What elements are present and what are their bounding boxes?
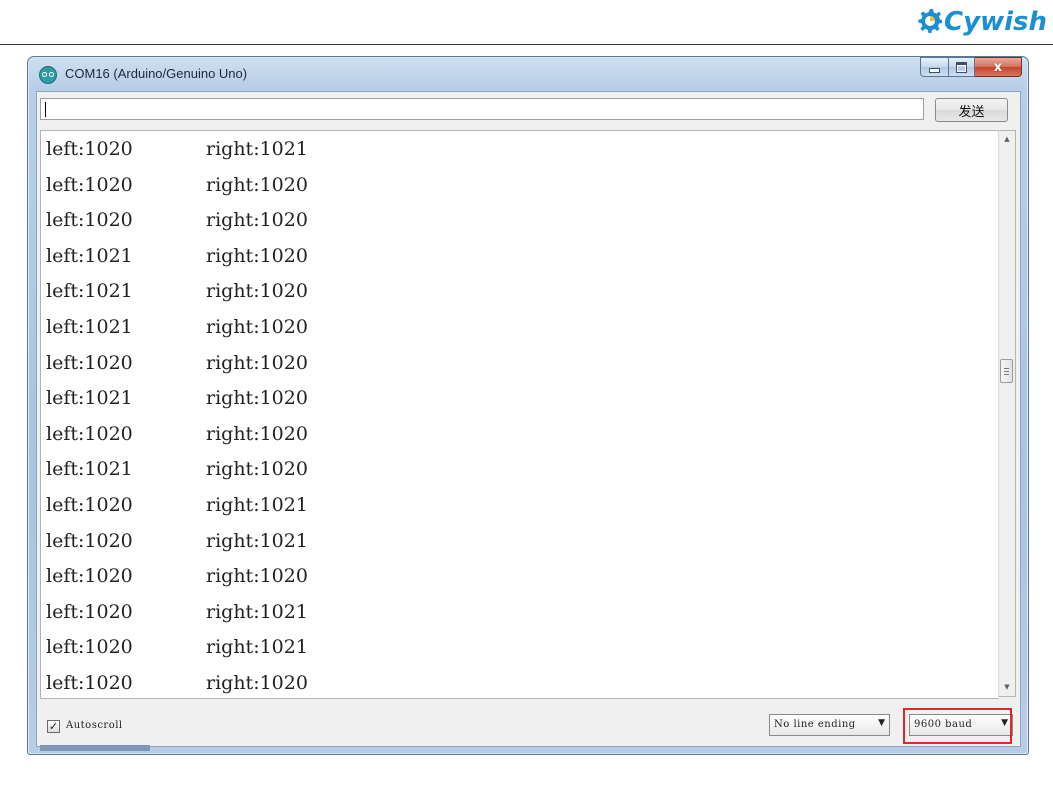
right-reading: right:1020 (206, 565, 308, 588)
thumb-grip (1004, 374, 1009, 375)
right-reading: right:1020 (206, 173, 308, 196)
serial-monitor-client: 发送 left:1020 right:1021 left:1020 right:102… (36, 91, 1021, 747)
serial-monitor-window: COM16 (Arduino/Genuino Uno) x 发送 left:10… (27, 56, 1029, 755)
close-icon: x (993, 59, 1003, 75)
right-reading: right:1021 (206, 138, 308, 160)
left-reading: left:1020 (46, 494, 133, 516)
send-input[interactable] (40, 98, 924, 120)
left-reading: left:1020 (46, 600, 133, 623)
dropdown-arrow-icon: ▼ (878, 718, 885, 728)
left-reading: left:1021 (46, 387, 133, 410)
title-bar[interactable]: COM16 (Arduino/Genuino Uno) x (28, 57, 1028, 91)
brand-logo: Cywish (918, 4, 1047, 40)
right-reading: right:1020 (206, 387, 308, 410)
maximize-button[interactable] (948, 57, 975, 77)
window-title: COM16 (Arduino/Genuino Uno) (65, 66, 248, 81)
gear-logo-icon (918, 9, 943, 33)
right-reading: right:1020 (206, 422, 308, 445)
maximize-icon (956, 61, 967, 73)
right-reading: right:1021 (206, 636, 308, 659)
left-reading: left:1020 (46, 173, 133, 196)
minimize-button[interactable] (920, 57, 948, 77)
header-divider (0, 44, 1053, 45)
left-reading: left:1020 (46, 422, 133, 445)
right-reading: right:1020 (206, 316, 308, 338)
minimize-icon (929, 67, 940, 73)
left-reading: left:1021 (46, 244, 133, 267)
left-reading: left:1021 (46, 316, 133, 338)
check-icon: ✓ (48, 720, 59, 733)
baud-highlight-box (903, 708, 1012, 744)
send-button[interactable]: 发送 (935, 98, 1008, 122)
left-reading: left:1020 (46, 351, 133, 374)
thumb-grip (1004, 368, 1009, 369)
serial-footer: ✓ Autoscroll No line ending ▼ 9600 baud … (37, 700, 1020, 746)
line-ending-value: No line ending (774, 719, 856, 730)
right-reading: right:1021 (206, 529, 308, 552)
text-caret (45, 102, 46, 117)
right-reading: right:1020 (206, 672, 308, 694)
taskbar-fragment (40, 745, 150, 751)
scroll-down-icon[interactable]: ▼ (999, 679, 1015, 696)
left-reading: left:1020 (46, 138, 133, 160)
left-reading: left:1020 (46, 636, 133, 659)
autoscroll-checkbox[interactable]: ✓ (47, 720, 60, 733)
caption-buttons: x (920, 57, 1022, 77)
right-reading: right:1020 (206, 458, 308, 481)
left-reading: left:1021 (46, 458, 133, 481)
left-reading: left:1020 (46, 529, 133, 552)
right-reading: right:1020 (206, 351, 308, 374)
right-reading: right:1020 (206, 209, 308, 232)
right-reading: right:1020 (206, 280, 308, 303)
brand-name: Cywish (944, 7, 1047, 37)
scrollbar-thumb[interactable] (1000, 359, 1013, 383)
arduino-icon (39, 66, 57, 84)
close-button[interactable]: x (975, 57, 1022, 77)
left-reading: left:1020 (46, 209, 133, 232)
left-reading: left:1021 (46, 280, 133, 303)
serial-output[interactable]: left:1020 right:1021 left:1020 right:1020 le… (40, 130, 999, 699)
right-reading: right:1021 (206, 600, 308, 623)
left-reading: left:1020 (46, 565, 133, 588)
vertical-scrollbar[interactable]: ▲ ▼ (998, 130, 1016, 697)
left-reading: left:1020 (46, 672, 133, 694)
right-reading: right:1021 (206, 494, 308, 516)
line-ending-select[interactable]: No line ending ▼ (769, 714, 890, 736)
right-reading: right:1020 (206, 244, 308, 267)
autoscroll-label[interactable]: Autoscroll (66, 720, 123, 731)
thumb-grip (1004, 371, 1009, 372)
scroll-up-icon[interactable]: ▲ (999, 131, 1015, 148)
